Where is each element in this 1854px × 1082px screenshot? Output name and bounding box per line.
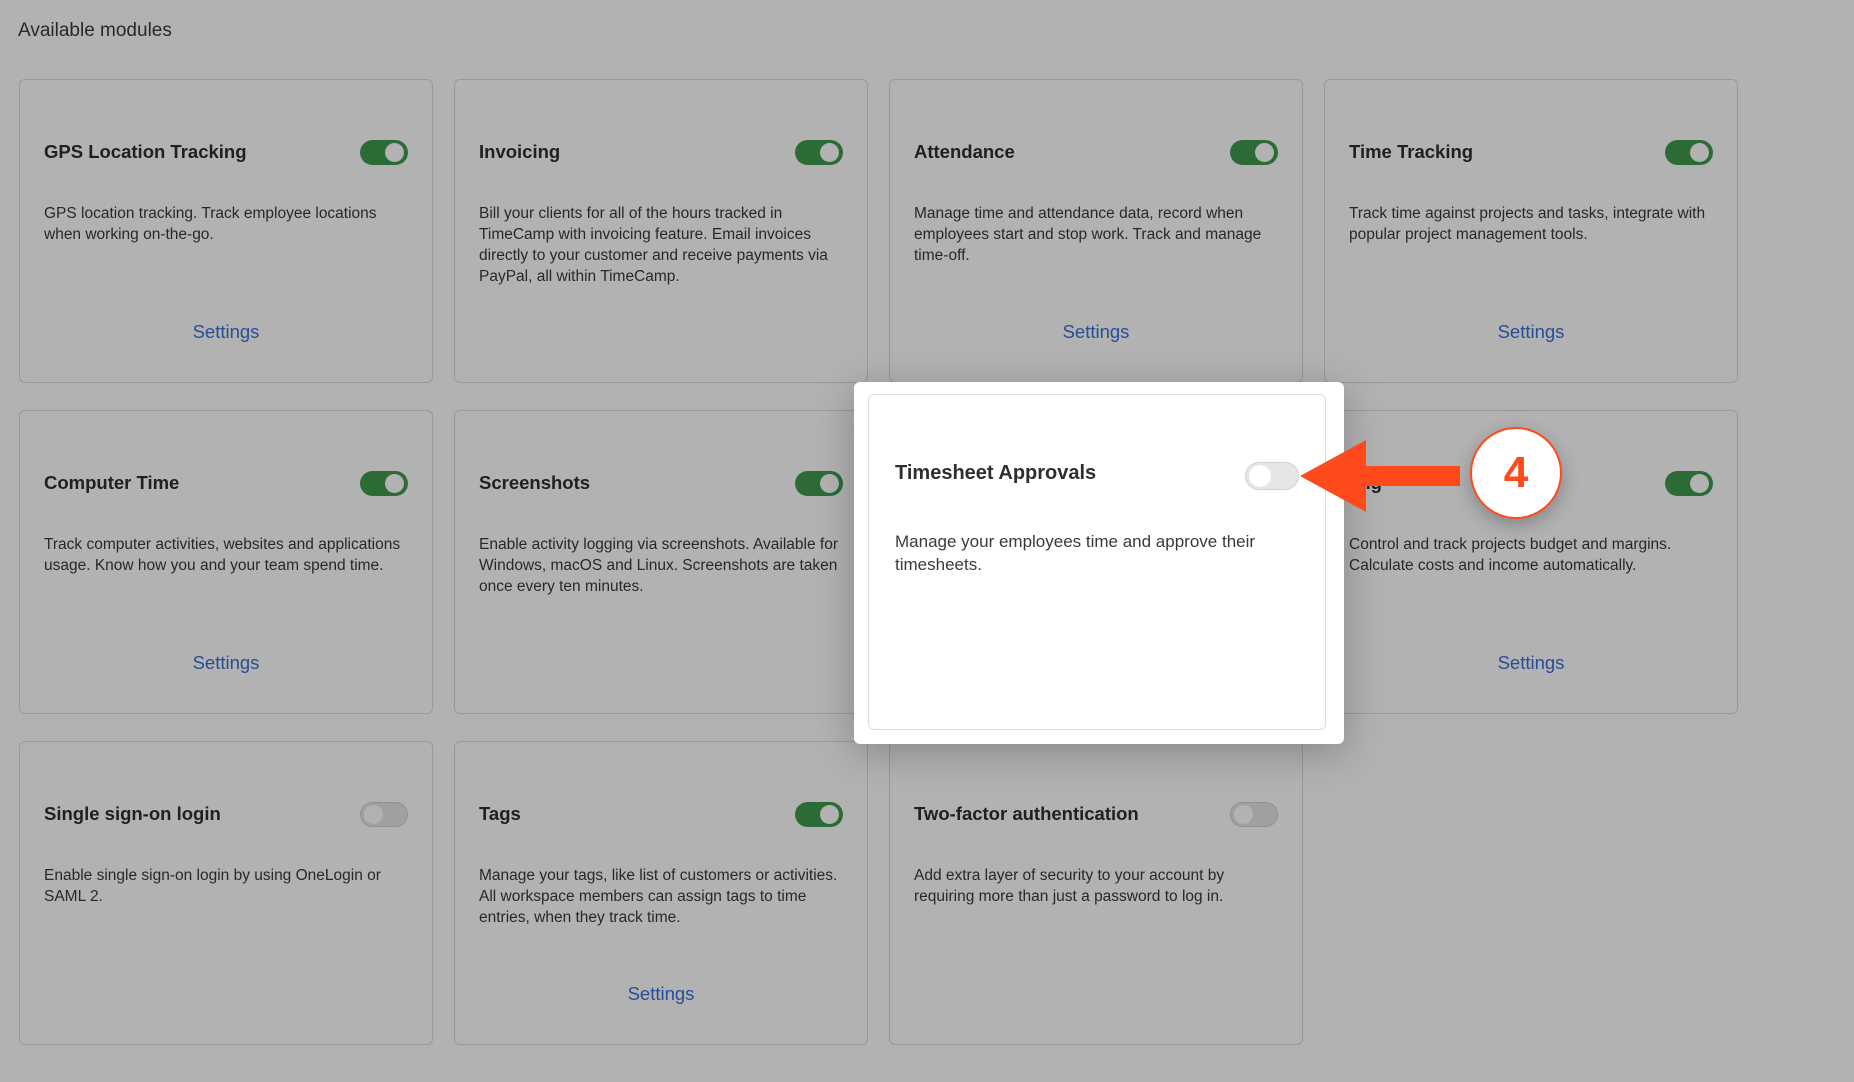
highlight-modal: Timesheet Approvals Manage your employee… xyxy=(854,382,1344,744)
step-badge: 4 xyxy=(1470,427,1562,519)
module-title: Timesheet Approvals xyxy=(895,462,1097,484)
toggle-knob xyxy=(1249,465,1271,487)
module-description: Manage your employees time and approve t… xyxy=(895,532,1256,574)
timesheet-approvals-toggle[interactable] xyxy=(1245,462,1299,490)
arrow-left-icon xyxy=(1300,440,1460,512)
module-card-timesheet-approvals: Timesheet Approvals Manage your employee… xyxy=(868,394,1326,730)
